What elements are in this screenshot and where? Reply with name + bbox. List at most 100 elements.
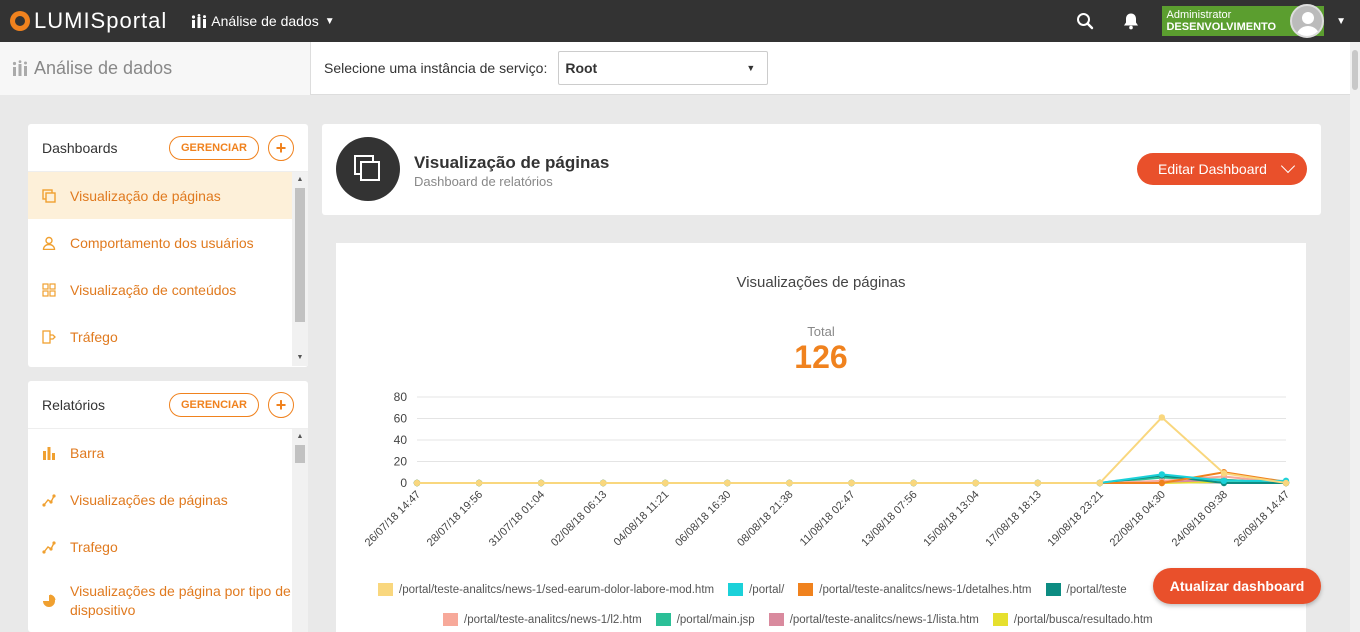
legend-item[interactable]: /portal/teste-analitcs/news-1/l2.htm (443, 613, 642, 626)
copy-icon (336, 137, 400, 201)
refresh-dashboard-button[interactable]: Atualizar dashboard (1153, 568, 1321, 604)
chart-legend: /portal/teste-analitcs/news-1/l2.htm/por… (336, 613, 1306, 626)
add-dashboard-button[interactable]: + (268, 134, 294, 161)
x-tick-label: 19/08/18 23:21 (1046, 489, 1106, 549)
x-tick-label: 13/08/18 07:56 (859, 489, 919, 549)
edit-dashboard-button[interactable]: Editar Dashboard (1137, 153, 1307, 185)
y-tick-label: 80 (394, 390, 408, 404)
data-point (475, 479, 483, 487)
logo-icon (10, 11, 30, 31)
y-tick-label: 20 (394, 455, 408, 469)
caret-down-icon: ▼ (324, 15, 335, 27)
grid-icon (42, 282, 56, 297)
x-tick-label: 28/07/18 19:56 (425, 489, 485, 549)
legend-item[interactable]: /portal/teste-analitcs/news-1/sed-earum-… (378, 583, 714, 596)
dashboard-item-traffic[interactable]: Tráfego (28, 313, 292, 360)
data-point (1034, 479, 1041, 487)
analytics-icon (12, 60, 27, 76)
search-icon (1077, 13, 1094, 30)
page-scrollbar[interactable] (1350, 42, 1360, 632)
scroll-up-icon[interactable]: ▲ (292, 429, 308, 443)
line-chart-icon (42, 540, 56, 554)
legend-item[interactable]: /portal/teste-analitcs/news-1/lista.htm (768, 613, 979, 626)
dashboards-scrollbar-thumb[interactable] (295, 188, 305, 322)
legend-swatch (798, 583, 814, 596)
dashboard-title: Visualização de páginas (414, 153, 610, 172)
legend-swatch (1045, 583, 1061, 596)
copy-icon (42, 188, 56, 203)
avatar[interactable] (1290, 4, 1325, 38)
user-environment: DESENVOLVIMENTO (1166, 21, 1277, 33)
report-item-label: Visualizações de página por tipo de disp… (70, 583, 291, 618)
bell-icon (1124, 13, 1139, 30)
legend-swatch (728, 583, 744, 596)
legend-label: /portal/main.jsp (676, 613, 755, 626)
legend-swatch (443, 613, 458, 626)
manage-reports-button[interactable]: GERENCIAR (168, 392, 259, 417)
data-point (413, 479, 421, 487)
report-item-device-type[interactable]: Visualizações de página por tipo de disp… (28, 570, 292, 632)
report-item-label: Barra (70, 444, 105, 461)
legend-swatch (655, 613, 671, 626)
dashboards-scrollbar[interactable]: ▲ ▼ (292, 172, 308, 366)
dashboard-item-label: Tráfego (70, 328, 118, 345)
data-point (1158, 414, 1166, 421)
chevron-down-icon (1280, 158, 1296, 174)
legend-item[interactable]: /portal/busca/resultado.htm (992, 613, 1153, 626)
legend-label: /portal/teste-analitcs/news-1/detalhes.h… (819, 583, 1032, 596)
data-point (1096, 479, 1103, 487)
search-button[interactable] (1062, 0, 1108, 42)
x-tick-label: 06/08/18 16:30 (673, 489, 733, 549)
data-point (537, 479, 545, 487)
report-item-label: Trafego (70, 538, 118, 555)
report-item-bar[interactable]: Barra (28, 429, 292, 476)
sub-header: Análise de dados Selecione uma instância… (0, 41, 1350, 95)
x-tick-label: 02/08/18 06:13 (549, 489, 609, 549)
data-point (1158, 479, 1166, 487)
legend-label: /portal/teste-analitcs/news-1/sed-earum-… (399, 583, 715, 596)
lumis-logo[interactable]: LUMISportal (10, 8, 167, 34)
page-scrollbar-thumb[interactable] (1352, 50, 1358, 90)
dashboards-title: Dashboards (42, 139, 118, 156)
legend-item[interactable]: /portal/teste (1045, 583, 1127, 596)
user-menu[interactable]: Administrator DESENVOLVIMENTO (1162, 4, 1325, 38)
x-tick-label: 24/08/18 09:38 (1170, 489, 1230, 549)
report-item-label: Visualizações de páginas (70, 491, 228, 508)
dashboard-item-user-behavior[interactable]: Comportamento dos usuários (28, 219, 292, 266)
legend-label: /portal/teste-analitcs/news-1/l2.htm (464, 613, 642, 626)
manage-dashboards-button[interactable]: GERENCIAR (168, 135, 259, 160)
reports-scrollbar[interactable]: ▲ (292, 429, 308, 632)
x-tick-label: 26/08/18 14:47 (1232, 489, 1292, 549)
dashboard-header: Visualização de páginas Dashboard de rel… (322, 124, 1321, 215)
user-name: Administrator (1166, 9, 1232, 21)
dropdown-arrow-icon: ▼ (746, 63, 756, 73)
legend-item[interactable]: /portal/ (728, 583, 784, 596)
scroll-down-icon[interactable]: ▼ (292, 350, 308, 364)
scroll-up-icon[interactable]: ▲ (292, 172, 308, 186)
user-caret-icon[interactable]: ▼ (1336, 16, 1346, 27)
logo-text-light: LUMIS (34, 8, 107, 33)
add-report-button[interactable]: + (268, 391, 294, 418)
edit-dashboard-label: Editar Dashboard (1158, 161, 1267, 177)
app-menu[interactable]: Análise de dados ▼ (191, 13, 335, 29)
legend-item[interactable]: /portal/teste-analitcs/news-1/detalhes.h… (798, 583, 1032, 596)
dashboard-item-page-views[interactable]: Visualização de páginas (28, 172, 292, 219)
legend-label: /portal/teste-analitcs/news-1/lista.htm (789, 613, 979, 626)
report-item-traffic[interactable]: Trafego (28, 523, 292, 570)
legend-item[interactable]: /portal/main.jsp (655, 613, 755, 626)
dashboards-list: Visualização de páginas Comportamento do… (28, 172, 308, 366)
analytics-icon (192, 14, 207, 28)
logo-text-bold: portal (106, 8, 168, 33)
data-point (1220, 470, 1228, 477)
x-tick-label: 17/08/18 18:13 (983, 489, 1043, 549)
legend-swatch (378, 583, 393, 596)
report-item-page-views[interactable]: Visualizações de páginas (28, 476, 292, 523)
reports-title: Relatórios (42, 396, 106, 413)
notifications-button[interactable] (1108, 0, 1154, 42)
legend-swatch (992, 613, 1008, 626)
legend-label: /portal/busca/resultado.htm (1013, 613, 1153, 626)
reports-scrollbar-thumb[interactable] (295, 445, 305, 463)
instance-select[interactable]: Root ▼ (558, 51, 769, 85)
dashboard-item-content-views[interactable]: Visualização de conteúdos (28, 266, 292, 313)
y-tick-label: 60 (394, 412, 408, 426)
